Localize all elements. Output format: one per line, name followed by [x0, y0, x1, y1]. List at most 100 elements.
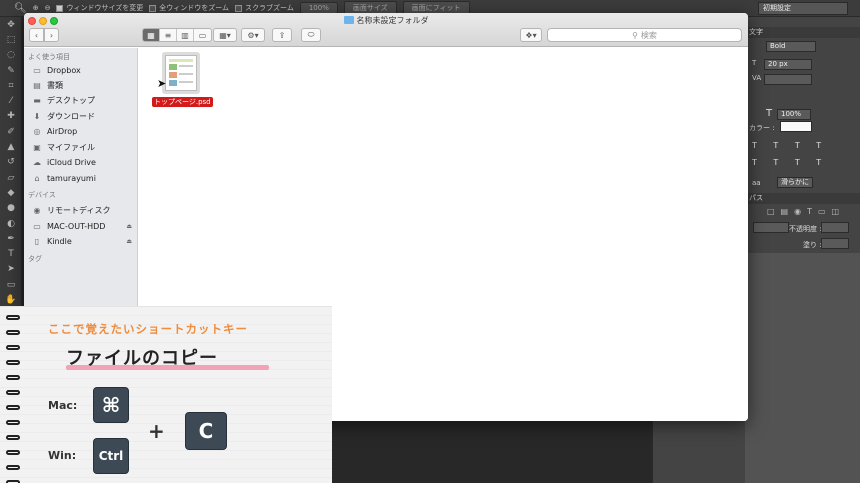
brush-tool-icon[interactable]: ✐: [0, 124, 22, 139]
layers-list[interactable]: [745, 253, 860, 483]
color-label: カラー :: [749, 124, 775, 132]
fill-label: 塗り :: [803, 241, 822, 249]
kerning-field[interactable]: [764, 74, 812, 85]
move-tool-icon[interactable]: ✥: [0, 17, 22, 32]
mouse-cursor-icon: ➤: [157, 77, 167, 90]
drive-icon: ▭: [33, 222, 41, 231]
type-style-buttons-2[interactable]: T T T T: [752, 158, 828, 167]
view-mode-segment[interactable]: ▦ ≡ ▥ ▭: [142, 28, 212, 42]
sidebar-item-desktop[interactable]: ▬ デスクトップ: [32, 94, 132, 107]
disc-icon: ◉: [33, 206, 41, 215]
plus-sign: +: [148, 419, 165, 443]
lasso-tool-icon[interactable]: ◌: [0, 48, 22, 63]
zoom-all-checkbox[interactable]: [149, 4, 157, 12]
favorites-heading: よく使う項目: [28, 53, 70, 61]
folder-icon: [343, 16, 354, 24]
path-select-tool-icon[interactable]: ➤: [0, 262, 22, 277]
document-icon: ▤: [33, 81, 41, 90]
sidebar-item-documents[interactable]: ▤ 書類: [32, 79, 132, 92]
paths-panel-tab[interactable]: パス: [745, 193, 860, 204]
eyedropper-tool-icon[interactable]: ⁄: [0, 93, 22, 108]
eject-icon[interactable]: ⏏: [126, 223, 132, 230]
gear-icon: ⚙▾: [247, 30, 259, 40]
blur-tool-icon[interactable]: ●: [0, 201, 22, 216]
icon-view-icon[interactable]: ▦: [143, 29, 160, 41]
zoom-out-icon[interactable]: ⊖: [45, 4, 51, 12]
search-field[interactable]: ⚲ 検索: [547, 28, 742, 42]
resize-windows-option[interactable]: ウィンドウサイズを変更: [56, 3, 143, 13]
dropbox-button[interactable]: ❖▾: [520, 28, 542, 42]
gradient-tool-icon[interactable]: ◆: [0, 185, 22, 200]
column-view-icon[interactable]: ▥: [177, 29, 194, 41]
list-view-icon[interactable]: ≡: [160, 29, 177, 41]
finder-titlebar[interactable]: 名称未設定フォルダ ‹ › ▦ ≡ ▥ ▭ ▦▾ ⚙▾ ⇪ ⬭ ❖▾ ⚲ 検索: [24, 13, 748, 47]
zoom-in-icon[interactable]: ⊕: [33, 4, 39, 12]
dodge-tool-icon[interactable]: ◐: [0, 216, 22, 231]
shape-tool-icon[interactable]: ▭: [0, 277, 22, 292]
drive-icon: ▯: [34, 237, 40, 246]
type-style-buttons[interactable]: T T T T: [752, 141, 828, 150]
font-size-icon: T: [752, 59, 757, 67]
chevron-right-icon: ›: [49, 30, 54, 40]
sidebar-item-my-files[interactable]: ▣ マイファイル: [32, 141, 132, 154]
scrubby-zoom-checkbox[interactable]: [235, 4, 243, 12]
blend-mode-select[interactable]: [753, 222, 789, 233]
file-name-label[interactable]: トップページ.psd: [152, 97, 213, 107]
arrange-button[interactable]: ▦▾: [213, 28, 237, 42]
airdrop-icon: ◎: [33, 127, 41, 136]
scrubby-zoom-option[interactable]: スクラブズーム: [235, 3, 294, 13]
quick-select-tool-icon[interactable]: ✎: [0, 63, 22, 78]
text-color-swatch[interactable]: [780, 121, 812, 132]
opacity-label: 不透明度 :: [789, 225, 822, 233]
type-tool-icon[interactable]: T: [0, 246, 22, 261]
marquee-tool-icon[interactable]: ⬚: [0, 32, 22, 47]
sidebar-item-downloads[interactable]: ⬇ ダウンロード: [32, 110, 132, 123]
shortcut-card: ここで覚えたいショートカットキー ファイルのコピー Mac: ⌘ + C Win…: [0, 306, 332, 483]
win-label: Win:: [48, 449, 77, 462]
resize-windows-checkbox[interactable]: [56, 4, 64, 12]
sidebar-item-mac-out-hdd[interactable]: ▭ MAC-OUT-HDD ⏏: [32, 220, 132, 233]
devices-heading: デバイス: [28, 191, 56, 199]
share-icon: ⇪: [278, 30, 286, 40]
font-size-field[interactable]: 20 px: [764, 59, 812, 70]
antialias-select[interactable]: 滑らかに: [777, 177, 813, 188]
share-button[interactable]: ⇪: [272, 28, 292, 42]
desktop-icon: ▬: [33, 96, 41, 105]
crop-tool-icon[interactable]: ⌗: [0, 78, 22, 93]
coverflow-view-icon[interactable]: ▭: [194, 29, 211, 41]
back-button[interactable]: ‹: [29, 28, 44, 42]
sidebar-item-airdrop[interactable]: ◎ AirDrop: [32, 125, 132, 138]
grid-icon: ▦▾: [219, 30, 231, 40]
eject-icon[interactable]: ⏏: [126, 238, 132, 245]
workspace-select[interactable]: 初期設定: [758, 2, 848, 15]
stamp-tool-icon[interactable]: ▲: [0, 139, 22, 154]
sidebar-item-dropbox[interactable]: ▭ Dropbox: [32, 64, 132, 77]
window-title: 名称未設定フォルダ: [24, 15, 748, 26]
fill-field[interactable]: [821, 238, 849, 249]
font-style-select[interactable]: Bold: [766, 41, 816, 52]
sidebar-item-remote-disc[interactable]: ◉ リモートディスク: [32, 204, 132, 217]
file-thumbnail[interactable]: [162, 52, 200, 94]
sidebar-item-kindle[interactable]: ▯ Kindle ⏏: [32, 235, 132, 248]
antialias-label: aa: [752, 179, 761, 187]
sidebar-item-icloud[interactable]: ☁ iCloud Drive: [32, 156, 132, 169]
zoom-tool-icon[interactable]: 🔍︎: [14, 3, 27, 14]
tags-heading: タグ: [28, 255, 42, 263]
opacity-field[interactable]: [821, 222, 849, 233]
forward-button[interactable]: ›: [44, 28, 59, 42]
search-placeholder: 検索: [640, 30, 657, 40]
cloud-icon: ☁: [33, 158, 41, 167]
character-panel-tab[interactable]: 文字: [745, 27, 860, 38]
pen-tool-icon[interactable]: ✒: [0, 231, 22, 246]
sidebar-item-home[interactable]: ⌂ tamurayumi: [32, 172, 132, 185]
eraser-tool-icon[interactable]: ▱: [0, 170, 22, 185]
history-brush-tool-icon[interactable]: ↺: [0, 155, 22, 170]
healing-tool-icon[interactable]: ✚: [0, 109, 22, 124]
tag-button[interactable]: ⬭: [301, 28, 321, 42]
vertical-scale-field[interactable]: 100%: [777, 109, 811, 120]
zoom-all-option[interactable]: 全ウィンドウをズーム: [149, 3, 229, 13]
download-icon: ⬇: [33, 112, 41, 121]
home-icon: ⌂: [34, 174, 40, 183]
layer-lock-icons[interactable]: □▤◉T▭◫: [767, 207, 845, 216]
action-button[interactable]: ⚙▾: [241, 28, 265, 42]
